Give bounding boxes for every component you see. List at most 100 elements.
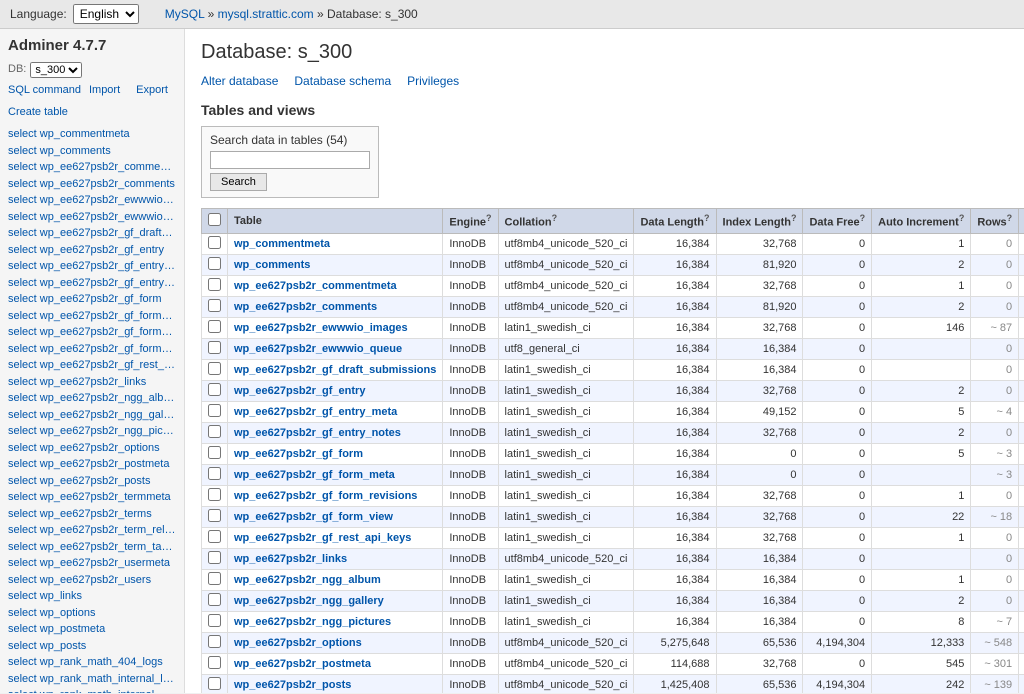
select-all-checkbox[interactable]	[208, 213, 221, 226]
row-checkbox[interactable]	[202, 360, 228, 381]
row-checkbox[interactable]	[202, 675, 228, 694]
th-index-length[interactable]: Index Length?	[716, 209, 803, 234]
row-checkbox[interactable]	[202, 570, 228, 591]
row-table-name[interactable]: wp_ee627psb2r_options	[228, 633, 443, 654]
sidebar-nav-item[interactable]: select wp_rank_math_internal_met	[8, 687, 176, 693]
row-table-name[interactable]: wp_ee627psb2r_ngg_pictures	[228, 612, 443, 633]
row-table-name[interactable]: wp_ee627psb2r_gf_form_revisions	[228, 486, 443, 507]
row-select-checkbox[interactable]	[208, 509, 221, 522]
row-checkbox[interactable]	[202, 507, 228, 528]
sidebar-nav-item[interactable]: select wp_rank_math_internal_link	[8, 671, 176, 688]
sidebar-nav-item[interactable]: select wp_comments	[8, 143, 176, 160]
th-engine[interactable]: Engine?	[443, 209, 498, 234]
sidebar-nav-item[interactable]: select wp_ee627psb2r_term_relatio	[8, 522, 176, 539]
row-table-name[interactable]: wp_ee627psb2r_ewwwio_images	[228, 318, 443, 339]
row-table-name[interactable]: wp_commentmeta	[228, 234, 443, 255]
row-select-checkbox[interactable]	[208, 236, 221, 249]
th-comment[interactable]: Comment?	[1019, 209, 1024, 234]
row-table-name[interactable]: wp_ee627psb2r_commentmeta	[228, 276, 443, 297]
row-checkbox[interactable]	[202, 486, 228, 507]
row-table-name[interactable]: wp_ee627psb2r_ngg_album	[228, 570, 443, 591]
row-select-checkbox[interactable]	[208, 467, 221, 480]
row-checkbox[interactable]	[202, 276, 228, 297]
row-table-name[interactable]: wp_ee627psb2r_gf_entry	[228, 381, 443, 402]
row-checkbox[interactable]	[202, 423, 228, 444]
sidebar-nav-item[interactable]: select wp_ee627psb2r_comments	[8, 176, 176, 193]
row-table-name[interactable]: wp_ee627psb2r_postmeta	[228, 654, 443, 675]
sidebar-nav-item[interactable]: select wp_options	[8, 605, 176, 622]
breadcrumb-host[interactable]: mysql.strattic.com	[218, 7, 314, 21]
sidebar-nav-item[interactable]: select wp_ee627psb2r_links	[8, 374, 176, 391]
sidebar-nav-item[interactable]: select wp_ee627psb2r_gf_entry_no	[8, 275, 176, 292]
row-table-name[interactable]: wp_comments	[228, 255, 443, 276]
row-checkbox[interactable]	[202, 591, 228, 612]
row-select-checkbox[interactable]	[208, 593, 221, 606]
db-select[interactable]: s_300	[30, 62, 82, 78]
sidebar-nav-item[interactable]: select wp_ee627psb2r_gf_form	[8, 291, 176, 308]
row-select-checkbox[interactable]	[208, 572, 221, 585]
row-table-name[interactable]: wp_ee627psb2r_gf_entry_notes	[228, 423, 443, 444]
sidebar-import[interactable]: Import	[89, 84, 120, 98]
sidebar-nav-item[interactable]: select wp_ee627psb2r_users	[8, 572, 176, 589]
breadcrumb-mysql[interactable]: MySQL	[165, 7, 205, 21]
row-select-checkbox[interactable]	[208, 656, 221, 669]
sidebar-nav-item[interactable]: select wp_ee627psb2r_ngg_gallery	[8, 407, 176, 424]
row-select-checkbox[interactable]	[208, 362, 221, 375]
row-select-checkbox[interactable]	[208, 614, 221, 627]
sidebar-nav-item[interactable]: select wp_ee627psb2r_gf_rest_api_	[8, 357, 176, 374]
sidebar-nav-item[interactable]: select wp_posts	[8, 638, 176, 655]
row-select-checkbox[interactable]	[208, 341, 221, 354]
row-select-checkbox[interactable]	[208, 320, 221, 333]
sidebar-nav-item[interactable]: select wp_ee627psb2r_termmeta	[8, 489, 176, 506]
sidebar-nav-item[interactable]: select wp_ee627psb2r_ewwwio_quo	[8, 209, 176, 226]
privileges-link[interactable]: Privileges	[407, 74, 459, 88]
sidebar-nav-item[interactable]: select wp_links	[8, 588, 176, 605]
language-select[interactable]: English	[73, 4, 139, 24]
sidebar-nav-item[interactable]: select wp_ee627psb2r_gf_form_me	[8, 308, 176, 325]
row-select-checkbox[interactable]	[208, 404, 221, 417]
sidebar-nav-item[interactable]: select wp_ee627psb2r_terms	[8, 506, 176, 523]
sidebar-nav-item[interactable]: select wp_ee627psb2r_ngg_picture	[8, 423, 176, 440]
row-select-checkbox[interactable]	[208, 425, 221, 438]
th-rows[interactable]: Rows?	[971, 209, 1019, 234]
row-checkbox[interactable]	[202, 381, 228, 402]
sidebar-nav-item[interactable]: select wp_commentmeta	[8, 126, 176, 143]
row-table-name[interactable]: wp_ee627psb2r_gf_rest_api_keys	[228, 528, 443, 549]
row-checkbox[interactable]	[202, 465, 228, 486]
sidebar-nav-item[interactable]: select wp_ee627psb2r_commentme	[8, 159, 176, 176]
row-checkbox[interactable]	[202, 318, 228, 339]
sidebar-nav-item[interactable]: select wp_ee627psb2r_options	[8, 440, 176, 457]
row-checkbox[interactable]	[202, 528, 228, 549]
row-checkbox[interactable]	[202, 234, 228, 255]
sidebar-nav-item[interactable]: select wp_postmeta	[8, 621, 176, 638]
row-checkbox[interactable]	[202, 339, 228, 360]
sidebar-create-table[interactable]: Create table	[8, 106, 68, 118]
sidebar-nav-item[interactable]: select wp_ee627psb2r_ngg_album	[8, 390, 176, 407]
th-auto-increment[interactable]: Auto Increment?	[872, 209, 971, 234]
sidebar-nav-item[interactable]: select wp_ee627psb2r_ewwwio_ima	[8, 192, 176, 209]
alter-database-link[interactable]: Alter database	[201, 74, 278, 88]
row-table-name[interactable]: wp_ee627psb2r_ewwwio_queue	[228, 339, 443, 360]
sidebar-nav-item[interactable]: select wp_rank_math_404_logs	[8, 654, 176, 671]
sidebar-sql-command[interactable]: SQL command	[8, 84, 81, 98]
row-select-checkbox[interactable]	[208, 446, 221, 459]
sidebar-nav-item[interactable]: select wp_ee627psb2r_gf_entry_me	[8, 258, 176, 275]
row-table-name[interactable]: wp_ee627psb2r_ngg_gallery	[228, 591, 443, 612]
th-data-free[interactable]: Data Free?	[803, 209, 872, 234]
row-checkbox[interactable]	[202, 612, 228, 633]
row-select-checkbox[interactable]	[208, 551, 221, 564]
row-table-name[interactable]: wp_ee627psb2r_gf_form	[228, 444, 443, 465]
sidebar-nav-item[interactable]: select wp_ee627psb2r_postmeta	[8, 456, 176, 473]
row-select-checkbox[interactable]	[208, 299, 221, 312]
sidebar-export[interactable]: Export	[136, 84, 168, 98]
th-collation[interactable]: Collation?	[498, 209, 634, 234]
row-table-name[interactable]: wp_ee627psb2r_links	[228, 549, 443, 570]
sidebar-nav-item[interactable]: select wp_ee627psb2r_term_taxono	[8, 539, 176, 556]
sidebar-nav-item[interactable]: select wp_ee627psb2r_gf_draft_su	[8, 225, 176, 242]
row-table-name[interactable]: wp_ee627psb2r_posts	[228, 675, 443, 694]
th-table[interactable]: Table	[228, 209, 443, 234]
row-select-checkbox[interactable]	[208, 488, 221, 501]
sidebar-nav-item[interactable]: select wp_ee627psb2r_usermeta	[8, 555, 176, 572]
row-checkbox[interactable]	[202, 255, 228, 276]
row-checkbox[interactable]	[202, 444, 228, 465]
